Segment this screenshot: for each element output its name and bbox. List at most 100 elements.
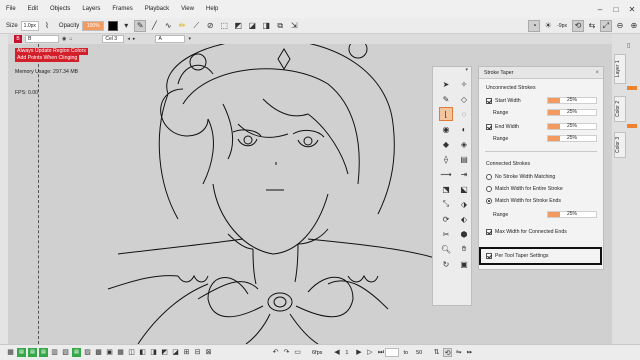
fps-value[interactable]: 6fps <box>312 350 322 356</box>
fill-stroke-icon[interactable]: ◈ <box>457 137 471 151</box>
frame-remove-icon[interactable]: ◧ <box>138 348 147 357</box>
cel-extra-icon[interactable]: ⊠ <box>204 348 213 357</box>
fill-gaps-icon[interactable]: ⬚ <box>218 20 230 32</box>
start-range-slider[interactable]: 25% <box>547 109 597 116</box>
cel-green-1-icon[interactable]: ▤ <box>17 348 26 357</box>
zoom-out-icon[interactable]: ⊖ <box>614 20 626 32</box>
redo-icon[interactable]: ↷ <box>282 348 291 357</box>
cel-field[interactable]: Cel 3 <box>102 35 125 43</box>
brush-stroke-icon[interactable]: ✎ <box>134 19 147 32</box>
tab-color-2[interactable]: Color 2 <box>614 96 626 122</box>
reshape-tool-icon[interactable]: ⬗ <box>457 197 471 211</box>
tab-layer[interactable]: Layer 1 <box>614 54 626 84</box>
fill-bucket-icon[interactable]: ◆ <box>439 137 453 151</box>
cel-prev-icon[interactable]: ◂ <box>127 36 130 42</box>
fill-tool-icon[interactable]: ◐ <box>457 122 471 136</box>
per-tool-taper-checkbox[interactable] <box>486 253 492 259</box>
key-icon[interactable]: ◨ <box>149 348 158 357</box>
gradient-icon[interactable]: ▤ <box>457 152 471 166</box>
layer-badge[interactable]: B <box>14 35 22 43</box>
frame-view-icon[interactable]: ▭ <box>293 348 302 357</box>
next-frame-icon[interactable]: ▷ <box>365 348 374 357</box>
transform-skew-icon[interactable]: ⬕ <box>457 182 471 196</box>
fit-view-icon[interactable]: ⤢ <box>600 19 612 32</box>
smoothing-icon[interactable]: ∿ <box>162 20 174 32</box>
smooth-tool-icon[interactable]: ⟿ <box>439 167 453 181</box>
zoom-in-icon[interactable]: ⊕ <box>628 20 640 32</box>
cel-paste-icon[interactable]: ▧ <box>61 348 70 357</box>
connected-range-slider[interactable]: 25% <box>547 211 597 218</box>
per-tool-taper-row[interactable]: Per Tool Taper Settings <box>479 247 602 265</box>
cel-copy-icon[interactable]: ▥ <box>50 348 59 357</box>
stabilizer-icon[interactable]: ⊘ <box>204 20 216 32</box>
menu-objects[interactable]: Objects <box>44 6 76 12</box>
start-width-checkbox[interactable] <box>486 98 492 104</box>
range-end-value[interactable]: 50 <box>416 350 422 356</box>
eyedropper-icon[interactable]: ⟠ <box>439 152 453 166</box>
select-arrow-icon[interactable]: ➤ <box>439 77 453 91</box>
loop-icon[interactable]: ⟲ <box>443 348 453 357</box>
stroke-style-icon[interactable]: ⟋ <box>190 20 202 32</box>
transform-icon[interactable]: ⇲ <box>288 20 300 32</box>
fast-forward-icon[interactable]: ⏩︎ <box>465 348 474 357</box>
cel-move-icon[interactable]: ▩ <box>94 348 103 357</box>
zoom-value[interactable]: -9px <box>557 23 567 29</box>
cel-expose-icon[interactable]: ▣ <box>105 348 114 357</box>
option-stroke-ends[interactable]: Match Width for Stroke Ends <box>486 197 598 205</box>
stamp-tool-icon[interactable]: ⬢ <box>457 227 471 241</box>
end-width-slider[interactable]: 25% <box>547 123 597 130</box>
menu-layers[interactable]: Layers <box>76 6 106 12</box>
close-icon[interactable]: ✕ <box>624 0 640 18</box>
current-frame[interactable]: 1 <box>345 350 348 356</box>
cutter-tool-icon[interactable]: ✂ <box>439 227 453 241</box>
panel-close-icon[interactable]: × <box>595 70 599 76</box>
menu-help[interactable]: Help <box>200 6 224 12</box>
start-width-slider[interactable]: 25% <box>547 97 597 104</box>
layers-toggle-icon[interactable]: ⧉ <box>274 20 286 32</box>
minimize-icon[interactable]: – <box>592 0 608 18</box>
rotate-tool-icon[interactable]: ⟳ <box>439 212 453 226</box>
maximize-icon[interactable]: □ <box>608 0 624 18</box>
rotate-view-tool-icon[interactable]: ↻ <box>439 257 453 271</box>
tab-color-3[interactable]: Color 3 <box>614 132 626 158</box>
undo-icon[interactable]: ↶ <box>271 348 280 357</box>
flip-view-icon[interactable]: ⇆ <box>586 20 598 32</box>
menu-edit[interactable]: Edit <box>22 6 44 12</box>
lasso-select-icon[interactable]: ✧ <box>457 77 471 91</box>
cling-icon[interactable]: ◪ <box>246 20 258 32</box>
prev-frame-icon[interactable]: ◀ <box>332 348 341 357</box>
ping-pong-icon[interactable]: ⇋ <box>454 348 463 357</box>
region-icon[interactable]: ◨ <box>260 20 272 32</box>
layer-add-icon[interactable]: ▦ <box>6 348 15 357</box>
pencil-yellow-icon[interactable]: ✏ <box>176 20 188 32</box>
a-field[interactable]: A <box>155 35 186 43</box>
no-matching-radio[interactable] <box>486 174 492 180</box>
scrub-icon[interactable]: ⇅ <box>432 348 441 357</box>
menu-playback[interactable]: Playback <box>139 6 175 12</box>
max-width-checkbox[interactable] <box>486 229 492 235</box>
size-field[interactable]: 1.0px <box>20 20 39 31</box>
cel-delete-icon[interactable]: ▨ <box>83 348 92 357</box>
cel-next-icon[interactable]: ▸ <box>133 36 136 42</box>
swatch-menu-icon[interactable]: ▾ <box>120 20 132 32</box>
timing-icon[interactable]: ▦ <box>116 348 125 357</box>
layer-lock-icon[interactable]: ⌂ <box>69 36 72 42</box>
opacity-field[interactable]: 100% <box>82 20 105 31</box>
cel-green-2-icon[interactable]: ▤ <box>28 348 37 357</box>
entire-stroke-radio[interactable] <box>486 186 492 192</box>
taper-icon[interactable]: ╱ <box>148 20 160 32</box>
option-entire-stroke[interactable]: Match Width for Entire Stroke <box>486 185 598 193</box>
skip-icon[interactable]: ⏭︎ <box>376 348 385 357</box>
layer-name-field[interactable]: B <box>25 35 59 43</box>
pressure-size-icon[interactable]: ⌇ <box>41 20 53 32</box>
stroke-taper-tool-icon[interactable]: ⌊ <box>439 107 453 121</box>
warp-tool-icon[interactable]: ⤡ <box>439 197 453 211</box>
grid-icon[interactable]: ⊞ <box>182 348 191 357</box>
clip-icon[interactable]: ◩ <box>232 20 244 32</box>
camera-tool-icon[interactable]: ▣ <box>457 257 471 271</box>
cel-green-4-icon[interactable]: ▤ <box>72 348 81 357</box>
panel-toggle-icon[interactable]: ▯ <box>627 42 637 49</box>
cel-green-3-icon[interactable]: ▤ <box>39 348 48 357</box>
perspective-tool-icon[interactable]: ⬖ <box>457 212 471 226</box>
menu-view[interactable]: View <box>175 6 200 12</box>
